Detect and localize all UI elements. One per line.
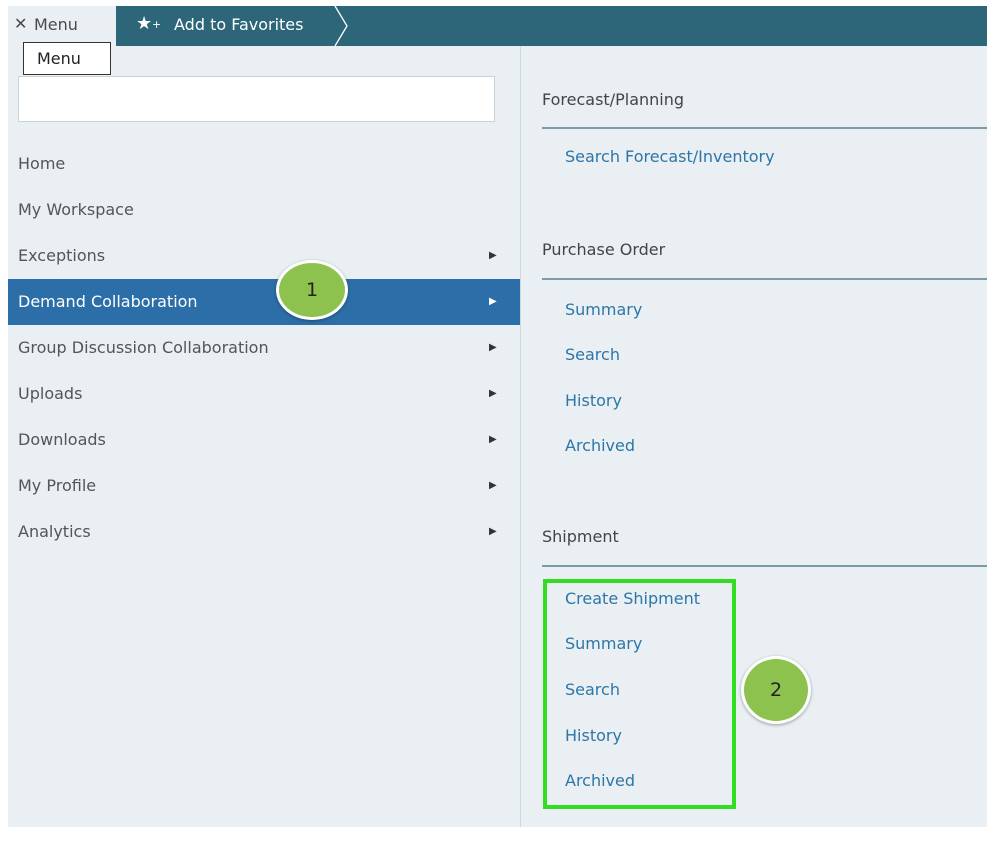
plus-icon: + (152, 18, 162, 31)
sidebar-item-analytics[interactable]: Analytics ▶ (8, 509, 521, 555)
menu-toggle-button[interactable]: ✕ Menu (8, 6, 116, 46)
link-po-history[interactable]: History (565, 391, 622, 410)
sidebar-item-downloads[interactable]: Downloads ▶ (8, 417, 521, 463)
caret-right-icon: ▶ (489, 296, 497, 307)
sidebar-item-uploads[interactable]: Uploads ▶ (8, 371, 521, 417)
sidebar-item-my-workspace[interactable]: My Workspace (8, 187, 521, 233)
sidebar-item-label: Downloads (18, 430, 106, 449)
sidebar-item-label: Home (18, 154, 66, 173)
add-to-favorites-button[interactable]: ★ + Add to Favorites (116, 6, 344, 46)
sidebar-item-label: My Workspace (18, 200, 134, 219)
top-bar: ✕ Menu ★ + Add to Favorites (8, 6, 987, 46)
link-po-archived[interactable]: Archived (565, 436, 635, 455)
section-title-purchase-order: Purchase Order (542, 240, 666, 259)
step-1-badge: 1 (276, 260, 348, 320)
star-icon: ★ (136, 13, 153, 34)
panel-divider (520, 46, 521, 827)
caret-right-icon: ▶ (489, 526, 497, 537)
breadcrumb-chevron-icon (334, 6, 348, 46)
sidebar-item-label: Analytics (18, 522, 91, 541)
caret-right-icon: ▶ (489, 434, 497, 445)
sidebar-item-label: Exceptions (18, 246, 106, 265)
sidebar-item-label: My Profile (18, 476, 97, 495)
sidebar-item-exceptions[interactable]: Exceptions ▶ (8, 233, 521, 279)
section-divider (542, 278, 987, 280)
sidebar-item-group-discussion-collaboration[interactable]: Group Discussion Collaboration ▶ (8, 325, 521, 371)
sidebar-item-label: Uploads (18, 384, 83, 403)
link-search-forecast-inventory[interactable]: Search Forecast/Inventory (565, 147, 775, 166)
menu-button-label: Menu (34, 15, 78, 34)
caret-right-icon: ▶ (489, 388, 497, 399)
menu-search-input[interactable] (18, 76, 495, 122)
section-divider (542, 565, 987, 567)
sidebar: Home My Workspace Exceptions ▶ Demand Co… (8, 46, 521, 827)
link-po-summary[interactable]: Summary (565, 300, 642, 319)
sidebar-item-label: Group Discussion Collaboration (18, 338, 269, 357)
sidebar-item-my-profile[interactable]: My Profile ▶ (8, 463, 521, 509)
sidebar-item-label: Demand Collaboration (18, 292, 198, 311)
sidebar-item-demand-collaboration[interactable]: Demand Collaboration ▶ (8, 279, 521, 325)
shipment-links-highlight (543, 579, 736, 809)
caret-right-icon: ▶ (489, 480, 497, 491)
menu-app: ✕ Menu ★ + Add to Favorites Menu Home My… (8, 6, 987, 827)
close-icon[interactable]: ✕ (14, 14, 27, 33)
step-2-badge: 2 (741, 656, 811, 724)
sidebar-item-home[interactable]: Home (8, 141, 521, 187)
section-divider (542, 127, 987, 129)
caret-right-icon: ▶ (489, 250, 497, 261)
section-title-forecast-planning: Forecast/Planning (542, 90, 685, 109)
add-to-favorites-label: Add to Favorites (174, 15, 304, 34)
menu-tooltip: Menu (23, 42, 111, 75)
link-po-search[interactable]: Search (565, 345, 620, 364)
section-title-shipment: Shipment (542, 527, 619, 546)
sidebar-nav: Home My Workspace Exceptions ▶ Demand Co… (8, 141, 521, 555)
caret-right-icon: ▶ (489, 342, 497, 353)
